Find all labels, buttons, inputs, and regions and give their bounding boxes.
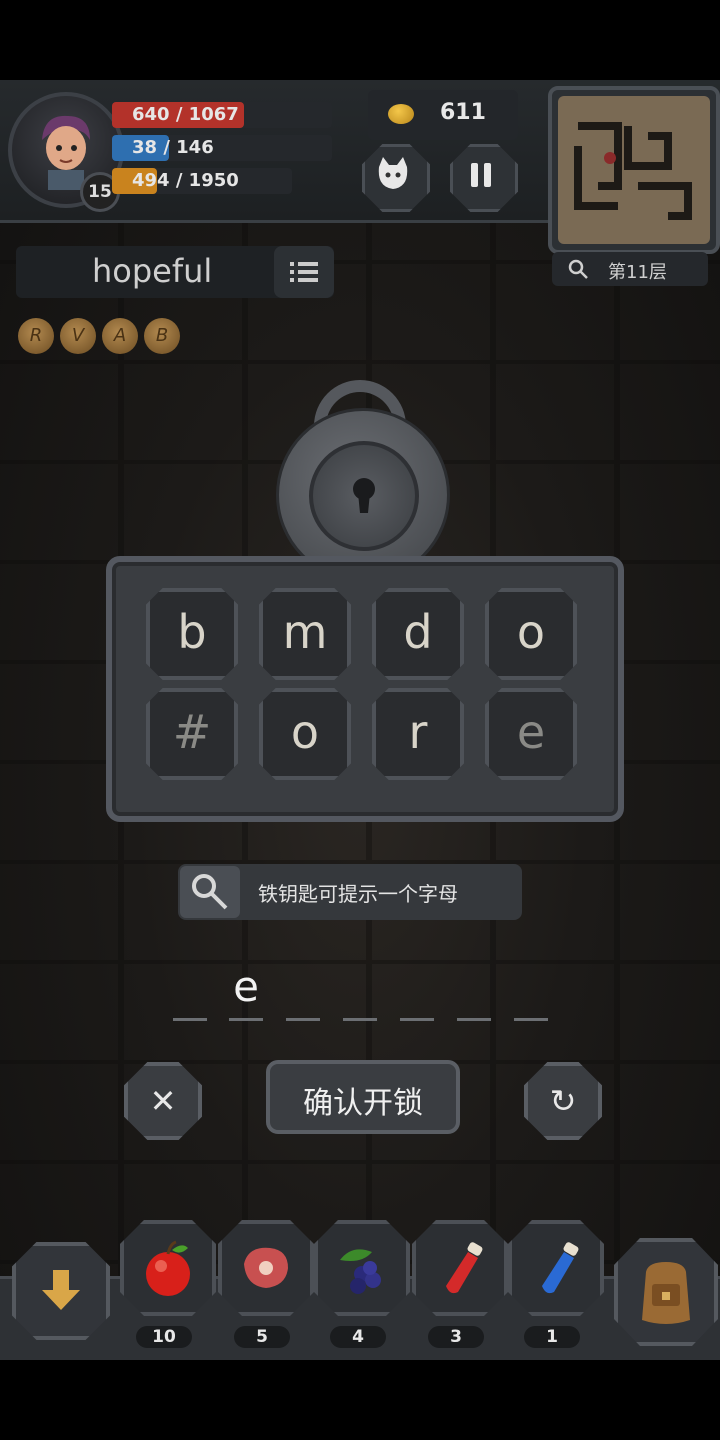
mp-text: 38 / 146 xyxy=(132,137,214,158)
answer-slot xyxy=(343,1018,377,1021)
answer-letter: e xyxy=(233,962,259,1011)
letter-key[interactable]: o xyxy=(259,688,351,780)
answer-slot xyxy=(286,1018,320,1021)
item-count: 10 xyxy=(136,1326,192,1348)
letter-key-used[interactable]: # xyxy=(146,688,238,780)
mp-bar: 38 / 146 xyxy=(112,135,332,161)
pet-button[interactable] xyxy=(362,144,430,212)
hint-text: 铁钥匙可提示一个字母 xyxy=(258,882,458,906)
floor-indicator: 第11层 xyxy=(552,252,708,286)
backpack-icon xyxy=(642,1262,690,1324)
backpack-button[interactable] xyxy=(614,1238,718,1346)
rune-token: R xyxy=(18,318,54,354)
gold-amount: 611 xyxy=(440,100,486,125)
answer-slot xyxy=(457,1018,491,1021)
list-icon xyxy=(290,262,318,282)
rune-token: A xyxy=(102,318,138,354)
game-screen: 1 5 640 / 1067 38 / 146 494 / 1950 611 第1… xyxy=(0,80,720,1360)
letter-key[interactable]: d xyxy=(372,588,464,680)
rune-token: B xyxy=(144,318,180,354)
gold-coin-icon xyxy=(388,104,414,124)
letter-key[interactable]: m xyxy=(259,588,351,680)
letter-key-used[interactable]: e xyxy=(485,688,577,780)
item-count: 3 xyxy=(428,1326,484,1348)
hp-bar: 640 / 1067 xyxy=(112,102,332,128)
rune-token: V xyxy=(60,318,96,354)
hint-icon-box xyxy=(180,866,240,918)
inventory-slot-blue-potion[interactable] xyxy=(508,1220,604,1316)
letter-key[interactable]: o xyxy=(485,588,577,680)
inventory-slot-red-potion[interactable] xyxy=(412,1220,508,1316)
inventory-slot-apple[interactable] xyxy=(120,1220,216,1316)
exp-bar: 494 / 1950 xyxy=(112,168,292,194)
letter-key[interactable]: b xyxy=(146,588,238,680)
answer-slot xyxy=(229,1018,263,1021)
exp-text: 494 / 1950 xyxy=(132,170,239,191)
descend-button[interactable] xyxy=(12,1242,110,1340)
confirm-unlock-label: 确认开锁 xyxy=(303,1086,423,1121)
red-potion-icon xyxy=(446,1242,483,1294)
word-list-button[interactable] xyxy=(274,246,334,298)
floor-label: 第11层 xyxy=(608,262,667,283)
search-icon xyxy=(568,259,588,279)
letter-panel: b m d o # o r e xyxy=(106,556,624,822)
item-count: 4 xyxy=(330,1326,386,1348)
pause-button[interactable] xyxy=(450,144,518,212)
arrow-down-icon xyxy=(42,1270,80,1310)
confirm-unlock-button[interactable]: 确认开锁 xyxy=(266,1060,460,1134)
hp-text: 640 / 1067 xyxy=(132,104,239,125)
keyhole-icon xyxy=(353,478,375,513)
inventory-slot-meat[interactable] xyxy=(218,1220,314,1316)
padlock-face xyxy=(309,441,419,551)
inventory-slot-berries[interactable] xyxy=(314,1220,410,1316)
minimap[interactable] xyxy=(548,86,720,254)
letter-key[interactable]: r xyxy=(372,688,464,780)
berries-icon xyxy=(340,1249,381,1294)
maze-map-icon xyxy=(574,122,692,220)
item-count: 5 xyxy=(234,1326,290,1348)
cat-face-icon xyxy=(378,157,408,189)
answer-slot xyxy=(400,1018,434,1021)
clue-word: hopeful xyxy=(92,252,213,290)
magnifier-key-icon xyxy=(192,874,228,910)
pause-icon xyxy=(471,163,491,187)
key-hint-button[interactable]: 铁钥匙可提示一个字母 xyxy=(178,864,522,920)
minimap-area xyxy=(558,96,710,244)
answer-slot xyxy=(514,1018,548,1021)
gold-counter: 611 xyxy=(368,90,518,140)
apple-icon xyxy=(146,1240,190,1296)
blue-potion-icon xyxy=(542,1242,579,1294)
meat-icon xyxy=(244,1247,288,1288)
answer-slot xyxy=(173,1018,207,1021)
item-count: 1 xyxy=(524,1326,580,1348)
